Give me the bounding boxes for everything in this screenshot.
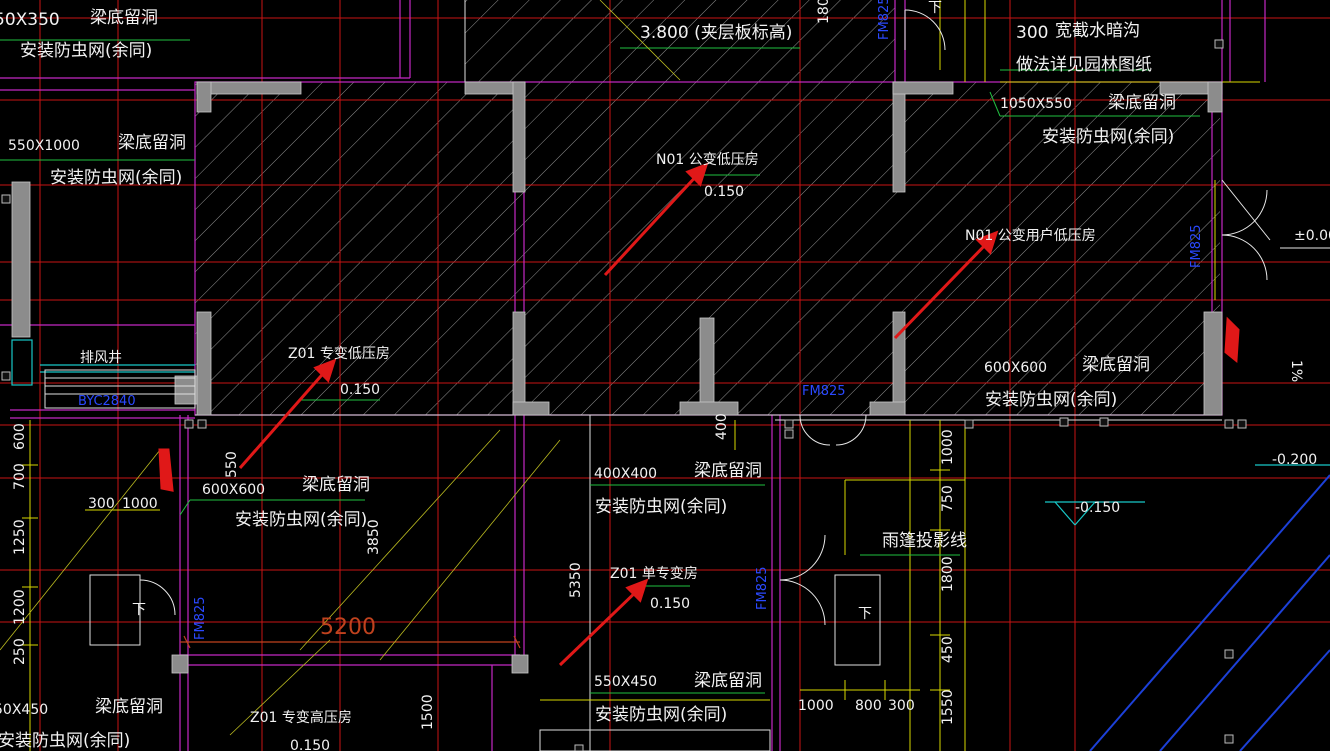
label-minus-0150: -0.150 [1075,500,1120,516]
label-700-v: 700 [12,463,28,490]
label-net-bl: 安装防虫网(余同) [0,731,130,751]
label-800-b: 800 [855,698,882,714]
room-z01-gaoya: Z01 专变高压房 [250,709,352,726]
label-3850-v: 3850 [366,519,382,555]
label-exhaust-shaft: 排风井 [80,350,122,366]
label-fm-top: FM825 [877,0,892,40]
label-550x450: 550X450 [594,674,657,690]
label-beam-opening-cl: 梁底留洞 [302,475,370,495]
label-450x450-bl: 50X450 [0,702,48,718]
label-1000-v: 1000 [940,429,956,465]
label-400x400: 400X400 [594,466,657,482]
label-1200-v: 1200 [12,589,28,625]
label-net-cr: 安装防虫网(余同) [595,497,727,517]
label-net-tr: 安装防虫网(余同) [1042,127,1174,147]
label-beam-opening-rm: 梁底留洞 [1082,355,1150,375]
label-1050x550: 1050X550 [1000,96,1072,112]
label-net-cl: 安装防虫网(余同) [235,510,367,530]
label-5200: 5200 [320,615,376,640]
label-net-l: 安装防虫网(余同) [50,168,182,188]
label-600-v: 600 [12,423,28,450]
label-550x1000: 550X1000 [8,138,80,154]
label-1800-v: 1800 [940,556,956,592]
label-1250-v: 1250 [12,519,28,555]
label-250-v: 250 [12,638,28,665]
label-550x350: 50X350 [0,10,60,30]
label-byc2840: BYC2840 [78,394,136,409]
room-z01-danzhuan: Z01 单专变房 [610,566,698,582]
label-1800: 1800 [816,0,832,24]
label-net-tl: 安装防虫网(余同) [20,41,152,61]
room-n01-yonghu: N01 公变用户低压房 [965,227,1096,244]
label-pm-0: ±0.00 [1294,228,1330,244]
label-fm-mid: FM825 [802,384,846,399]
label-5350-v: 5350 [568,562,584,598]
label-beam-opening-bc: 梁底留洞 [694,671,762,691]
label-canopy-projection: 雨篷投影线 [882,531,967,551]
label-beam-opening-l: 梁底留洞 [118,133,186,153]
room-n01-gongbian: N01 公变低压房 [656,152,759,168]
label-beam-opening-tr: 梁底留洞 [1108,93,1176,113]
stair-and-box-outlines [44,369,881,751]
label-600x600-r: 600X600 [984,360,1047,376]
label-550-v: 550 [224,451,240,478]
label-300-b: 300 [888,698,915,714]
label-750-v: 750 [940,485,956,512]
label-fm-left: FM825 [193,596,208,640]
room-z01-zhuanbian-dy: Z01 专变低压房 [288,346,390,362]
label-fm-right: FM825 [1189,224,1204,268]
room-z01-gaoya-level: 0.150 [290,738,330,751]
label-net-rm: 安装防虫网(余同) [985,390,1117,410]
label-1000-b: 1000 [798,698,834,714]
label-beam-opening-tl: 梁底留洞 [90,8,158,28]
cad-drawing-canvas[interactable]: 50X350 梁底留洞 安装防虫网(余同) 3.800 (夹层板标高) 1800… [0,0,1330,751]
label-1500-v: 1500 [420,694,436,730]
label-fm-center: FM825 [755,566,770,610]
label-mezzanine-level: 3.800 (夹层板标高) [640,23,792,43]
label-minus-0200: -0.200 [1272,452,1317,468]
label-down-top: 下 [928,0,942,16]
room-n01-gongbian-level: 0.150 [704,184,744,200]
arrow-z01-danzhuan [558,586,642,667]
room-z01-danzhuan-level: 0.150 [650,596,690,612]
label-1550-v: 1550 [940,689,956,725]
label-400-v: 400 [714,413,730,440]
label-1pct: 1% [1288,360,1304,382]
diagonal-band [1089,474,1330,751]
label-down-center: 下 [858,606,872,622]
label-600x600-l: 600X600 [202,482,265,498]
label-net-bc: 安装防虫网(余同) [595,705,727,725]
label-down-left: 下 [132,602,146,618]
room-z01-zhuanbian-dy-level: 0.150 [340,382,380,398]
label-beam-opening-bl: 梁底留洞 [95,697,163,717]
label-300-h: 300 [88,496,115,512]
label-300: 300 [1016,23,1048,43]
label-trench: 宽截水暗沟 [1055,21,1140,41]
label-450-v: 450 [940,636,956,663]
label-garden-ref: 做法详见园林图纸 [1016,55,1152,75]
label-beam-opening-cr: 梁底留洞 [694,461,762,481]
label-1000-h: 1000 [122,496,158,512]
